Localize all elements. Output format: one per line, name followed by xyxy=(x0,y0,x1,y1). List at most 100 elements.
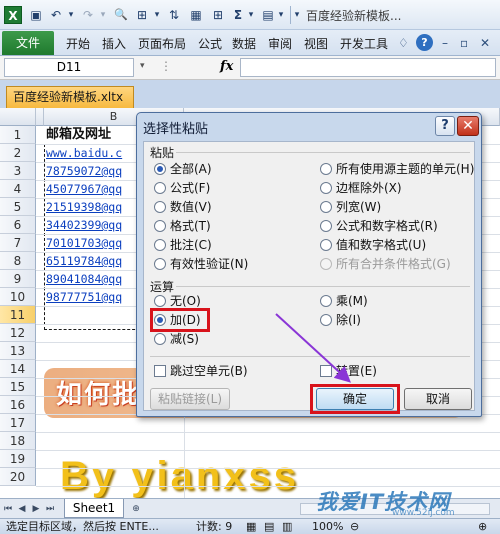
tab-page-layout[interactable]: 页面布局 xyxy=(138,35,186,52)
checkbox-box[interactable] xyxy=(154,365,166,377)
tab-insert[interactable]: 插入 xyxy=(102,35,126,52)
tab-file[interactable]: 文件 xyxy=(2,31,54,55)
row-header[interactable]: 20 xyxy=(0,468,36,486)
row-header[interactable]: 1 xyxy=(0,126,36,144)
radio-button[interactable] xyxy=(320,163,332,175)
operation-option-radio[interactable]: 减(S) xyxy=(154,330,199,348)
name-box[interactable]: D11 xyxy=(4,58,134,77)
row-header[interactable]: 8 xyxy=(0,252,36,270)
prev-sheet-icon[interactable]: ◀ xyxy=(16,502,28,516)
row-header[interactable]: 12 xyxy=(0,324,36,342)
dialog-close-button[interactable]: ✕ xyxy=(457,116,479,136)
fill-dropdown-icon[interactable]: ▾ xyxy=(276,6,286,24)
tab-view[interactable]: 视图 xyxy=(304,35,328,52)
paste-option-radio[interactable]: 数值(V) xyxy=(154,198,212,216)
row-header[interactable]: 18 xyxy=(0,432,36,450)
paste-option-radio[interactable]: 所有使用源主题的单元(H) xyxy=(320,160,474,178)
name-box-dropdown-icon[interactable]: ▾ xyxy=(140,61,145,71)
paste-option-radio[interactable]: 公式(F) xyxy=(154,179,210,197)
radio-button[interactable] xyxy=(154,163,166,175)
row-header[interactable]: 10 xyxy=(0,288,36,306)
row-header[interactable]: 9 xyxy=(0,270,36,288)
zoom-out-icon[interactable]: ⊖ xyxy=(350,519,359,534)
layout-icon[interactable]: ⊞ xyxy=(134,6,150,24)
select-all-corner[interactable] xyxy=(0,108,36,126)
sum-icon[interactable]: Σ xyxy=(230,6,246,24)
zoom-in-icon[interactable]: ⊕ xyxy=(478,519,487,534)
row-header[interactable]: 14 xyxy=(0,360,36,378)
tab-developer[interactable]: 开发工具 xyxy=(340,35,388,52)
paste-option-radio[interactable]: 批注(C) xyxy=(154,236,212,254)
row-header[interactable]: 4 xyxy=(0,180,36,198)
workbook-tab[interactable]: 百度经验新模板.xltx xyxy=(6,86,134,108)
paste-option-radio[interactable]: 全部(A) xyxy=(154,160,212,178)
radio-button[interactable] xyxy=(154,258,166,270)
radio-button[interactable] xyxy=(154,295,166,307)
close-window-icon[interactable]: ✕ xyxy=(480,34,490,52)
radio-button[interactable] xyxy=(154,333,166,345)
layout-dropdown-icon[interactable]: ▾ xyxy=(152,6,162,24)
insert-function-icon[interactable]: fx xyxy=(220,59,233,74)
tab-data[interactable]: 数据 xyxy=(232,35,256,52)
redo-dropdown-icon[interactable]: ▾ xyxy=(98,6,108,24)
skip-blanks-checkbox[interactable]: 跳过空单元(B) xyxy=(154,362,248,380)
page-break-view-icon[interactable]: ▥ xyxy=(282,519,292,534)
row-header[interactable]: 16 xyxy=(0,396,36,414)
dialog-help-button[interactable]: ? xyxy=(435,116,455,136)
zoom-level[interactable]: 100% xyxy=(312,519,343,534)
paste-option-radio[interactable]: 边框除外(X) xyxy=(320,179,402,197)
sort-icon[interactable]: ⇅ xyxy=(166,6,182,24)
row-header[interactable]: 11 xyxy=(0,306,36,324)
radio-button[interactable] xyxy=(320,239,332,251)
normal-view-icon[interactable]: ▦ xyxy=(246,519,256,534)
paste-option-radio[interactable]: 公式和数字格式(R) xyxy=(320,217,438,235)
last-sheet-icon[interactable]: ⏭ xyxy=(44,502,56,516)
customize-icon[interactable]: ▾ xyxy=(292,6,302,24)
paste-link-button[interactable]: 粘贴链接(L) xyxy=(150,388,230,410)
new-sheet-icon[interactable]: ⊕ xyxy=(128,502,144,516)
paste-option-radio[interactable]: 格式(T) xyxy=(154,217,211,235)
paste-option-radio[interactable]: 值和数字格式(U) xyxy=(320,236,426,254)
row-header[interactable]: 13 xyxy=(0,342,36,360)
tab-formulas[interactable]: 公式 xyxy=(198,35,222,52)
print-preview-icon[interactable]: 🔍 xyxy=(112,6,130,24)
save-icon[interactable]: ▣ xyxy=(28,6,44,24)
radio-button[interactable] xyxy=(154,220,166,232)
row-header[interactable]: 2 xyxy=(0,144,36,162)
row-header[interactable]: 15 xyxy=(0,378,36,396)
tab-home[interactable]: 开始 xyxy=(66,35,90,52)
redo-icon[interactable]: ↷ xyxy=(80,6,96,24)
page-layout-view-icon[interactable]: ▤ xyxy=(264,519,274,534)
radio-button[interactable] xyxy=(320,201,332,213)
radio-button[interactable] xyxy=(154,182,166,194)
row-header[interactable]: 17 xyxy=(0,414,36,432)
next-sheet-icon[interactable]: ▶ xyxy=(30,502,42,516)
fill-icon[interactable]: ▤ xyxy=(260,6,276,24)
help-icon[interactable]: ? xyxy=(416,34,433,51)
sheet-tab-sheet1[interactable]: Sheet1 xyxy=(64,499,124,518)
row-header[interactable]: 5 xyxy=(0,198,36,216)
restore-window-icon[interactable]: ▫ xyxy=(460,34,468,52)
sum-dropdown-icon[interactable]: ▾ xyxy=(246,6,256,24)
grid-icon[interactable]: ⊞ xyxy=(210,6,226,24)
undo-dropdown-icon[interactable]: ▾ xyxy=(66,6,76,24)
column-header-a[interactable] xyxy=(36,108,44,126)
row-header[interactable]: 7 xyxy=(0,234,36,252)
radio-button[interactable] xyxy=(320,182,332,194)
radio-button[interactable] xyxy=(154,201,166,213)
undo-icon[interactable]: ↶ xyxy=(48,6,64,24)
tab-review[interactable]: 审阅 xyxy=(268,35,292,52)
cancel-button[interactable]: 取消 xyxy=(404,388,472,410)
paste-option-radio[interactable]: 列宽(W) xyxy=(320,198,381,216)
paste-option-radio[interactable]: 有效性验证(N) xyxy=(154,255,248,273)
first-sheet-icon[interactable]: ⏮ xyxy=(2,502,14,516)
formula-input[interactable] xyxy=(240,58,496,77)
minimize-window-icon[interactable]: – xyxy=(442,34,448,52)
table-icon[interactable]: ▦ xyxy=(188,6,204,24)
radio-button[interactable] xyxy=(154,239,166,251)
row-header[interactable]: 3 xyxy=(0,162,36,180)
minimize-ribbon-icon[interactable]: ♢ xyxy=(398,34,409,52)
row-header[interactable]: 6 xyxy=(0,216,36,234)
row-header[interactable]: 19 xyxy=(0,450,36,468)
cell-b1[interactable]: 邮箱及网址 xyxy=(46,126,111,144)
